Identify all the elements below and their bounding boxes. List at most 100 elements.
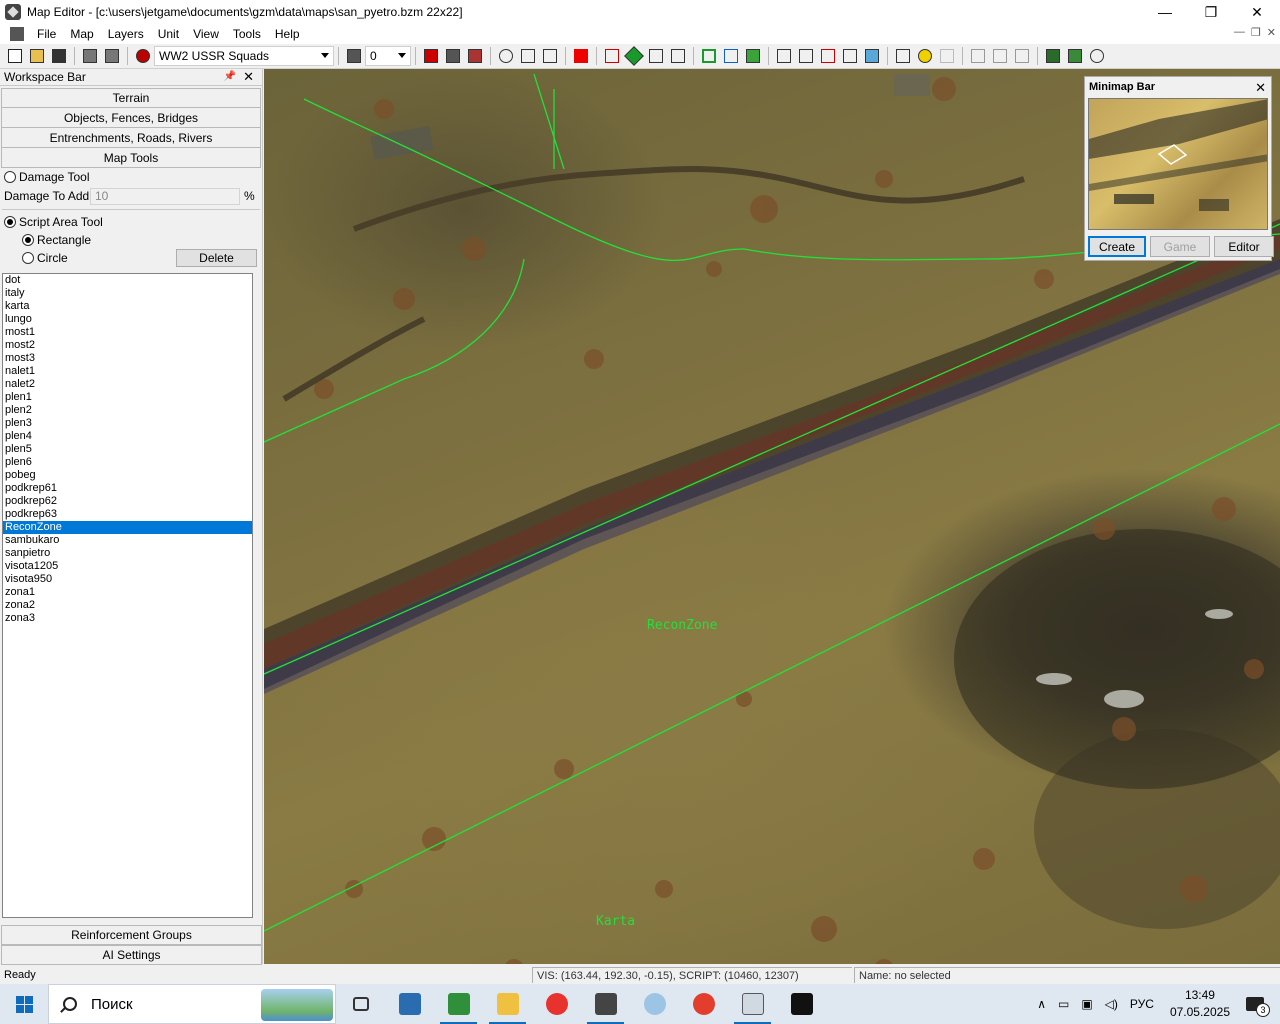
list-item[interactable]: plen2	[3, 404, 252, 417]
section-reinforcement-groups[interactable]: Reinforcement Groups	[1, 925, 262, 945]
radio-checked-icon[interactable]	[4, 216, 16, 228]
new-icon[interactable]	[5, 46, 25, 66]
diamond-icon[interactable]	[624, 46, 644, 66]
list-item[interactable]: zona3	[3, 612, 252, 625]
bridge-icon[interactable]	[774, 46, 794, 66]
house-icon[interactable]	[518, 46, 538, 66]
game-button[interactable]: Game	[1150, 236, 1210, 257]
red-block-icon[interactable]	[421, 46, 441, 66]
wps-icon[interactable]	[679, 984, 728, 1024]
refresh-icon[interactable]	[496, 46, 516, 66]
vehicle-unit[interactable]	[894, 74, 930, 96]
document-icon[interactable]	[10, 27, 24, 41]
minimap-image[interactable]	[1088, 98, 1268, 230]
device-icon[interactable]: ▭	[1058, 997, 1069, 1011]
list-item[interactable]: sambukaro	[3, 534, 252, 547]
mirror-icon[interactable]	[668, 46, 688, 66]
menu-tools[interactable]: Tools	[226, 27, 268, 41]
path-icon[interactable]	[721, 46, 741, 66]
taskbar-search[interactable]: Поиск	[48, 984, 336, 1024]
rectangle-radio[interactable]: Rectangle	[0, 231, 262, 249]
section-objects[interactable]: Objects, Fences, Bridges	[1, 108, 261, 128]
truck-unit[interactable]	[370, 125, 434, 161]
list-item[interactable]: karta	[3, 300, 252, 313]
paint-icon[interactable]	[630, 984, 679, 1024]
list-item[interactable]: plen3	[3, 417, 252, 430]
list-item[interactable]: zona1	[3, 586, 252, 599]
app-window-icon[interactable]	[728, 984, 777, 1024]
house2-icon[interactable]	[540, 46, 560, 66]
chevron-up-icon[interactable]: ∧	[1037, 997, 1046, 1011]
squad-combo[interactable]: WW2 USSR Squads	[154, 46, 334, 66]
vehicle2-icon[interactable]	[102, 46, 122, 66]
radio-icon[interactable]	[22, 252, 34, 264]
bug-icon[interactable]	[1087, 46, 1107, 66]
create-button[interactable]: Create	[1088, 236, 1146, 257]
volume-icon[interactable]: ◁)	[1105, 997, 1118, 1011]
delete-button[interactable]: Delete	[176, 249, 257, 267]
list-item[interactable]: most3	[3, 352, 252, 365]
list-item[interactable]: most1	[3, 326, 252, 339]
list-item[interactable]: plen6	[3, 456, 252, 469]
vehicle-icon[interactable]	[80, 46, 100, 66]
close-icon[interactable]: ✕	[243, 69, 254, 85]
editor-button[interactable]: Editor	[1214, 236, 1274, 257]
radio-icon[interactable]	[4, 171, 16, 183]
mdi-close-button[interactable]: ✕	[1267, 26, 1276, 39]
radio-checked-icon[interactable]	[22, 234, 34, 246]
minimap-icon[interactable]	[1043, 46, 1063, 66]
menu-layers[interactable]: Layers	[101, 27, 151, 41]
close-icon[interactable]: ✕	[1255, 80, 1266, 96]
artillery3-icon[interactable]	[1012, 46, 1032, 66]
section-map-tools[interactable]: Map Tools	[1, 148, 261, 168]
list-item[interactable]: dot	[3, 274, 252, 287]
section-terrain[interactable]: Terrain	[1, 88, 261, 108]
script-area-tool-radio[interactable]: Script Area Tool	[0, 213, 262, 231]
list-item[interactable]: plen5	[3, 443, 252, 456]
list-item[interactable]: ReconZone	[3, 521, 252, 534]
artillery2-icon[interactable]	[990, 46, 1010, 66]
map-editor-icon[interactable]	[581, 984, 630, 1024]
square-icon[interactable]	[699, 46, 719, 66]
list-item[interactable]: pobeg	[3, 469, 252, 482]
list-item[interactable]: podkrep63	[3, 508, 252, 521]
water-icon[interactable]	[862, 46, 882, 66]
menu-help[interactable]: Help	[268, 27, 307, 41]
list-item[interactable]: podkrep62	[3, 495, 252, 508]
list-item[interactable]: nalet1	[3, 365, 252, 378]
menu-map[interactable]: Map	[63, 27, 100, 41]
notification-icon[interactable]: 3	[1240, 989, 1270, 1019]
section-ai-settings[interactable]: AI Settings	[1, 945, 262, 965]
list-item[interactable]: plen1	[3, 391, 252, 404]
mdi-minimize-button[interactable]: —	[1234, 26, 1245, 39]
list-item[interactable]: plen4	[3, 430, 252, 443]
explorer-icon[interactable]	[483, 984, 532, 1024]
list-item[interactable]: sanpietro	[3, 547, 252, 560]
yandex-icon[interactable]	[532, 984, 581, 1024]
list-item[interactable]: lungo	[3, 313, 252, 326]
radiation-icon[interactable]	[915, 46, 935, 66]
list-item[interactable]: visota950	[3, 573, 252, 586]
close-button[interactable]: ✕	[1234, 0, 1280, 24]
menu-file[interactable]: File	[30, 27, 63, 41]
news-icon[interactable]	[385, 984, 434, 1024]
save-icon[interactable]	[49, 46, 69, 66]
damage-tool-radio[interactable]: Damage Tool	[0, 168, 262, 186]
list-item[interactable]: most2	[3, 339, 252, 352]
grid-icon[interactable]	[646, 46, 666, 66]
player-icon[interactable]	[344, 46, 364, 66]
damage-to-add-input[interactable]: 10	[90, 188, 240, 205]
list-item[interactable]: italy	[3, 287, 252, 300]
brush-icon[interactable]	[743, 46, 763, 66]
tree2-icon[interactable]	[840, 46, 860, 66]
open-icon[interactable]	[27, 46, 47, 66]
excel-icon[interactable]	[434, 984, 483, 1024]
list-item[interactable]: visota1205	[3, 560, 252, 573]
list-item[interactable]: zona2	[3, 599, 252, 612]
start-button[interactable]	[0, 984, 48, 1024]
language-indicator[interactable]: РУС	[1130, 997, 1154, 1011]
medic-icon[interactable]	[571, 46, 591, 66]
tree-icon[interactable]	[796, 46, 816, 66]
squad-icon[interactable]	[133, 46, 153, 66]
maximize-button[interactable]: ❐	[1188, 0, 1234, 24]
